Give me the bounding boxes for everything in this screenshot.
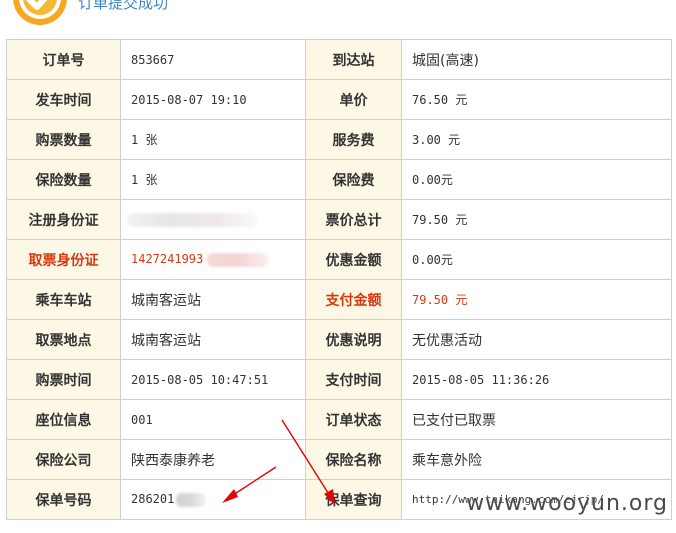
discount-value: 0.00元 [401, 239, 672, 280]
policy-query-label: 保单查询 [305, 479, 402, 520]
table-row: 取票身份证 1427241993 优惠金额 0.00元 [6, 239, 672, 280]
total-price-label: 票价总计 [305, 199, 402, 240]
boarding-station-value: 城南客运站 [120, 279, 306, 320]
order-number-value: 853667 [120, 39, 306, 80]
boarding-station-label: 乘车车站 [6, 279, 121, 320]
table-row: 座位信息 001 订单状态 已支付已取票 [6, 399, 672, 440]
insurance-name-label: 保险名称 [305, 439, 402, 480]
table-row: 购票数量 1 张 服务费 3.00 元 [6, 119, 672, 160]
paid-amount-label: 支付金额 [305, 279, 402, 320]
payment-time-value: 2015-08-05 11:36:26 [401, 359, 672, 400]
purchase-time-label: 购票时间 [6, 359, 121, 400]
order-details-table: 订单号 853667 到达站 城固(高速) 发车时间 2015-08-07 19… [6, 39, 672, 520]
redacted-mask [176, 492, 207, 507]
order-status-label: 订单状态 [305, 399, 402, 440]
total-price-value: 79.50 元 [401, 199, 672, 240]
redacted-mask [207, 252, 270, 267]
page-header: 订单提交成功 [0, 0, 676, 40]
table-row: 乘车车站 城南客运站 支付金额 79.50 元 [6, 279, 672, 320]
insurance-fee-label: 保险费 [305, 159, 402, 200]
unit-price-label: 单价 [305, 79, 402, 120]
insurance-name-value: 乘车意外险 [401, 439, 672, 480]
pickup-id-text: 1427241993 [131, 252, 204, 267]
departure-time-label: 发车时间 [6, 79, 121, 120]
policy-number-value: 286201 [120, 479, 306, 520]
ticket-count-value: 1 张 [120, 119, 306, 160]
pickup-id-value: 1427241993 [120, 239, 306, 280]
table-row: 注册身份证 票价总计 79.50 元 [6, 199, 672, 240]
discount-note-label: 优惠说明 [305, 319, 402, 360]
pickup-id-label: 取票身份证 [6, 239, 121, 280]
insurer-label: 保险公司 [6, 439, 121, 480]
discount-label: 优惠金额 [305, 239, 402, 280]
order-status-value: 已支付已取票 [401, 399, 672, 440]
purchase-time-value: 2015-08-05 10:47:51 [120, 359, 306, 400]
pickup-location-value: 城南客运站 [120, 319, 306, 360]
table-row: 取票地点 城南客运站 优惠说明 无优惠活动 [6, 319, 672, 360]
table-row: 订单号 853667 到达站 城固(高速) [6, 39, 672, 80]
table-row: 保险数量 1 张 保险费 0.00元 [6, 159, 672, 200]
destination-label: 到达站 [305, 39, 402, 80]
check-circle-icon [13, 0, 67, 25]
order-number-label: 订单号 [6, 39, 121, 80]
policy-number-label: 保单号码 [6, 479, 121, 520]
discount-note-value: 无优惠活动 [401, 319, 672, 360]
seat-info-label: 座位信息 [6, 399, 121, 440]
paid-amount-value: 79.50 元 [401, 279, 672, 320]
table-row: 购票时间 2015-08-05 10:47:51 支付时间 2015-08-05… [6, 359, 672, 400]
service-fee-label: 服务费 [305, 119, 402, 160]
insurer-value: 陕西泰康养老 [120, 439, 306, 480]
ticket-count-label: 购票数量 [6, 119, 121, 160]
insurance-fee-value: 0.00元 [401, 159, 672, 200]
unit-price-value: 76.50 元 [401, 79, 672, 120]
registered-id-label: 注册身份证 [6, 199, 121, 240]
table-row: 发车时间 2015-08-07 19:10 单价 76.50 元 [6, 79, 672, 120]
table-row: 保险公司 陕西泰康养老 保险名称 乘车意外险 [6, 439, 672, 480]
departure-time-value: 2015-08-07 19:10 [120, 79, 306, 120]
service-fee-value: 3.00 元 [401, 119, 672, 160]
page-title: 订单提交成功 [78, 0, 169, 12]
insurance-count-label: 保险数量 [6, 159, 121, 200]
policy-number-text: 286201 [131, 492, 175, 507]
destination-value: 城固(高速) [401, 39, 672, 80]
registered-id-value [120, 199, 306, 240]
payment-time-label: 支付时间 [305, 359, 402, 400]
insurance-count-value: 1 张 [120, 159, 306, 200]
pickup-location-label: 取票地点 [6, 319, 121, 360]
seat-info-value: 001 [120, 399, 306, 440]
redacted-mask [127, 212, 257, 227]
watermark: www.wooyun.org [466, 491, 668, 516]
